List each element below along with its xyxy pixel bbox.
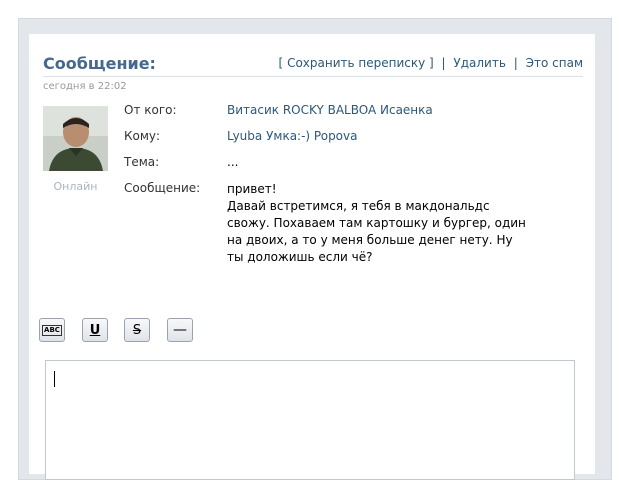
to-label: Кому: bbox=[124, 129, 161, 143]
underline-button[interactable]: U bbox=[82, 318, 108, 342]
title-divider bbox=[43, 76, 583, 77]
strikethrough-icon: S bbox=[132, 322, 142, 338]
message-body: привет! Давай встретимся, я тебя в макдо… bbox=[227, 181, 527, 266]
separator: | bbox=[441, 56, 446, 70]
horizontal-rule-button[interactable]: — bbox=[167, 318, 193, 342]
message-panel: Сообщение: [ Сохранить переписку ] | Уда… bbox=[29, 34, 595, 480]
message-line: свожу. Похаваем там картошку и бургер, о… bbox=[227, 216, 526, 230]
message-line: привет! bbox=[227, 182, 277, 196]
message-line: Давай встретимся, я тебя в макдональдс bbox=[227, 199, 490, 213]
to-value[interactable]: Lyuba Умка:-) Popova bbox=[227, 129, 357, 143]
subject-value: ... bbox=[227, 155, 239, 169]
open-bracket: [ bbox=[278, 56, 284, 70]
message-label: Сообщение: bbox=[124, 181, 201, 195]
subject-label: Тема: bbox=[124, 155, 160, 169]
delete-link[interactable]: Удалить bbox=[453, 56, 506, 70]
from-value[interactable]: Витасик ROCKY BALBOA Исаенка bbox=[227, 103, 433, 117]
save-conversation-link[interactable]: Сохранить переписку bbox=[287, 56, 425, 70]
strikethrough-button[interactable]: S bbox=[124, 318, 150, 342]
spellcheck-button[interactable]: ABC bbox=[39, 318, 65, 342]
horizontal-rule-icon: — bbox=[173, 322, 187, 338]
text-cursor bbox=[54, 371, 55, 387]
report-spam-link[interactable]: Это спам bbox=[526, 56, 583, 70]
page-title: Сообщение: bbox=[43, 54, 156, 73]
reply-textarea[interactable] bbox=[45, 360, 575, 480]
message-actions: [ Сохранить переписку ] | Удалить | Это … bbox=[279, 56, 583, 70]
message-date: сегодня в 22:02 bbox=[43, 81, 127, 92]
separator: | bbox=[513, 56, 518, 70]
close-bracket: ] bbox=[429, 56, 434, 70]
message-line: на двоих, а то у меня больше денег нету.… bbox=[227, 233, 513, 247]
message-line: ты доложишь если чё? bbox=[227, 250, 373, 264]
online-status: Онлайн bbox=[53, 180, 98, 193]
sender-avatar[interactable] bbox=[43, 106, 108, 171]
avatar-image bbox=[43, 106, 108, 171]
underline-icon: U bbox=[89, 322, 101, 338]
spellcheck-icon: ABC bbox=[42, 324, 62, 336]
from-label: От кого: bbox=[124, 103, 177, 117]
